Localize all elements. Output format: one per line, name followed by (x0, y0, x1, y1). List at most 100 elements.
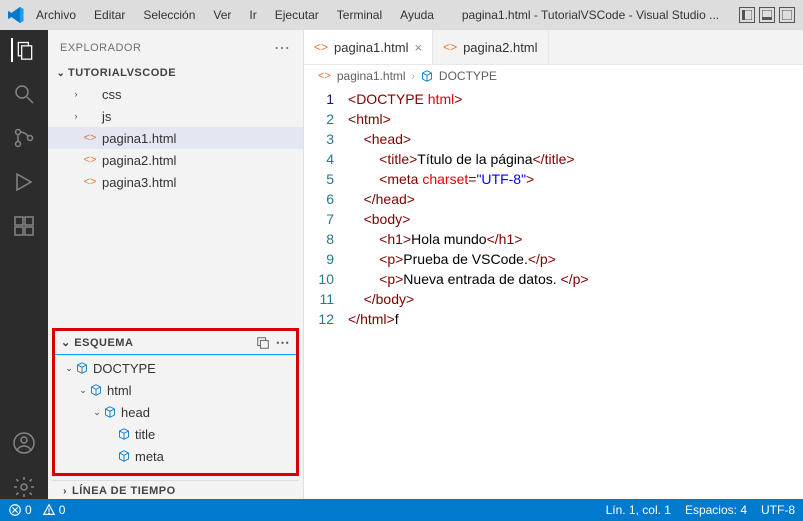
outline-header[interactable]: ⌄ ESQUEMA ⋯ (55, 331, 296, 355)
code-line: <p>Nueva entrada de datos. </p> (348, 269, 803, 289)
outline-panel-highlighted: ⌄ ESQUEMA ⋯ ⌄ DOCTYPE ⌄html⌄head title met… (52, 328, 299, 476)
menu-ayuda[interactable]: Ayuda (392, 4, 442, 26)
line-number: 4 (304, 149, 334, 169)
search-icon[interactable] (12, 82, 36, 106)
extensions-icon[interactable] (12, 214, 36, 238)
titlebar: ArchivoEditarSelecciónVerIrEjecutarTermi… (0, 0, 803, 30)
line-number: 7 (304, 209, 334, 229)
layout-sidebar-left-icon[interactable] (739, 7, 755, 23)
folder-item[interactable]: ›css (48, 83, 303, 105)
layout-panel-icon[interactable] (759, 7, 775, 23)
menu-archivo[interactable]: Archivo (28, 4, 84, 26)
explorer-icon[interactable] (11, 38, 35, 62)
settings-gear-icon[interactable] (12, 475, 36, 499)
item-label: pagina1.html (102, 131, 176, 146)
menu-editar[interactable]: Editar (86, 4, 133, 26)
line-number: 11 (304, 289, 334, 309)
breadcrumb[interactable]: <> pagina1.html › DOCTYPE (304, 65, 803, 87)
menu-ir[interactable]: Ir (241, 4, 264, 26)
status-warnings[interactable]: 0 (42, 503, 66, 517)
symbol-cube-icon (75, 361, 89, 375)
outline-label: DOCTYPE (93, 361, 156, 376)
cube-icon (421, 70, 433, 82)
file-item[interactable]: <>pagina3.html (48, 171, 303, 193)
run-debug-icon[interactable] (12, 170, 36, 194)
status-errors[interactable]: 0 (8, 503, 32, 517)
code-line: <meta charset="UTF-8"> (348, 169, 803, 189)
outline-node[interactable]: meta (55, 445, 296, 467)
file-html-icon: <> (443, 40, 457, 54)
chevron-down-icon: ⌄ (63, 363, 75, 374)
line-number: 1 (304, 89, 334, 109)
status-encoding[interactable]: UTF-8 (761, 503, 795, 517)
line-number: 6 (304, 189, 334, 209)
item-label: pagina2.html (102, 153, 176, 168)
line-number: 9 (304, 249, 334, 269)
statusbar: 0 0 Lín. 1, col. 1 Espacios: 4 UTF-8 (0, 499, 803, 521)
outline-node[interactable]: ⌄ DOCTYPE (55, 357, 296, 379)
chevron-down-icon: ⌄ (61, 337, 71, 349)
code-lines: <DOCTYPE html><html> <head> <title>Títul… (348, 89, 803, 499)
sidebar-title: EXPLORADOR (60, 42, 141, 54)
symbol-cube-icon (103, 405, 117, 419)
outline-label: meta (135, 449, 164, 464)
menu-ver[interactable]: Ver (205, 4, 239, 26)
line-number: 3 (304, 129, 334, 149)
menubar: ArchivoEditarSelecciónVerIrEjecutarTermi… (28, 4, 442, 26)
spacer (70, 155, 82, 165)
menu-selección[interactable]: Selección (135, 4, 203, 26)
source-control-icon[interactable] (12, 126, 36, 150)
spacer (105, 451, 117, 461)
outline-node[interactable]: ⌄head (55, 401, 296, 423)
folder-item[interactable]: ›js (48, 105, 303, 127)
more-actions-icon[interactable]: ⋯ (274, 38, 291, 58)
spacer (70, 133, 82, 143)
tab-label: pagina2.html (463, 40, 537, 55)
sidebar: EXPLORADOR ⋯ ⌄ TUTORIALVSCODE ›css›js <>… (48, 30, 304, 499)
editor-tab[interactable]: <> pagina2.html (433, 30, 548, 64)
menu-ejecutar[interactable]: Ejecutar (267, 4, 327, 26)
window-title: pagina1.html - TutorialVSCode - Visual S… (446, 8, 735, 22)
chevron-down-icon: ⌄ (54, 68, 68, 79)
window-layout-controls (739, 7, 795, 23)
project-section-header[interactable]: ⌄ TUTORIALVSCODE (48, 65, 303, 81)
spacer (70, 177, 82, 187)
error-count: 0 (25, 503, 32, 517)
line-number: 10 (304, 269, 334, 289)
file-item[interactable]: <>pagina2.html (48, 149, 303, 171)
close-icon[interactable]: × (414, 40, 422, 55)
code-area[interactable]: 123456789101112 <DOCTYPE html><html> <he… (304, 87, 803, 499)
spacer (105, 429, 117, 439)
editor-tabs: <>pagina1.html× <> pagina2.html (304, 30, 803, 65)
file-tree: ›css›js <> pagina1.html <>pagina2.html <>… (48, 81, 303, 195)
symbol-cube-icon (117, 449, 131, 463)
file-html-icon: <> (82, 132, 98, 144)
line-number: 5 (304, 169, 334, 189)
timeline-title: LÍNEA DE TIEMPO (72, 485, 176, 497)
chevron-down-icon: ⌄ (77, 385, 89, 396)
chevron-right-icon: › (412, 71, 415, 82)
line-numbers: 123456789101112 (304, 89, 348, 499)
status-indentation[interactable]: Espacios: 4 (685, 503, 747, 517)
menu-terminal[interactable]: Terminal (329, 4, 390, 26)
outline-tree: ⌄ DOCTYPE ⌄html⌄head title meta (55, 355, 296, 469)
vscode-logo-icon (8, 7, 24, 23)
outline-node[interactable]: title (55, 423, 296, 445)
layout-sidebar-right-icon[interactable] (779, 7, 795, 23)
status-cursor-position[interactable]: Lín. 1, col. 1 (606, 503, 671, 517)
timeline-section-header[interactable]: › LÍNEA DE TIEMPO (52, 480, 299, 499)
outline-label: title (135, 427, 155, 442)
line-number: 8 (304, 229, 334, 249)
file-html-icon: <> (318, 70, 331, 82)
editor-tab[interactable]: <>pagina1.html× (304, 30, 433, 64)
accounts-icon[interactable] (12, 431, 36, 455)
collapse-all-icon[interactable] (256, 336, 270, 350)
file-item[interactable]: <> pagina1.html (48, 127, 303, 149)
sidebar-header: EXPLORADOR ⋯ (48, 30, 303, 65)
activity-bar (0, 30, 48, 499)
outline-node[interactable]: ⌄html (55, 379, 296, 401)
more-actions-icon[interactable]: ⋯ (276, 334, 291, 351)
code-line: <h1>Hola mundo</h1> (348, 229, 803, 249)
item-label: js (102, 109, 111, 124)
line-number: 2 (304, 109, 334, 129)
